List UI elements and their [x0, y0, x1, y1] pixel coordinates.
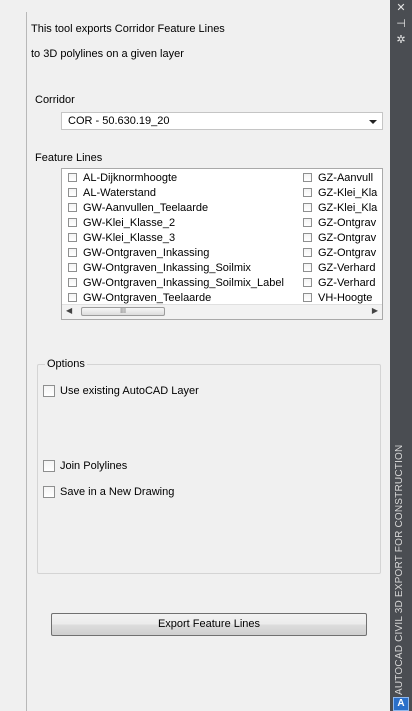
checkbox[interactable]: [68, 233, 77, 242]
save-new-drawing-checkbox[interactable]: Save in a New Drawing: [43, 486, 174, 498]
intro-line-2: to 3D polylines on a given layer: [31, 48, 184, 60]
feature-line-item[interactable]: AL-Waterstand: [68, 187, 156, 200]
checkbox[interactable]: [303, 173, 312, 182]
scroll-right-icon[interactable]: ▶: [372, 306, 378, 315]
checkbox[interactable]: [68, 278, 77, 287]
feature-line-item[interactable]: GW-Klei_Klasse_2: [68, 217, 175, 230]
join-polylines-label: Join Polylines: [60, 460, 128, 472]
checkbox[interactable]: [68, 203, 77, 212]
feature-line-item[interactable]: GW-Klei_Klasse_3: [68, 232, 175, 245]
pin-icon[interactable]: ⊣: [394, 18, 408, 30]
checkbox[interactable]: [303, 218, 312, 227]
checkbox[interactable]: [68, 188, 77, 197]
settings-icon[interactable]: ✲: [394, 34, 408, 46]
chevron-down-icon: [369, 120, 377, 124]
checkbox[interactable]: [303, 248, 312, 257]
checkbox[interactable]: [303, 203, 312, 212]
corridor-dropdown[interactable]: COR - 50.630.19_20: [61, 112, 383, 130]
feature-line-item[interactable]: GZ-Ontgrav: [303, 217, 376, 230]
palette-title: AUTOCAD CIVIL 3D EXPORT FOR CONSTRUCTION: [394, 444, 405, 695]
checkbox[interactable]: [43, 460, 55, 472]
options-label: Options: [45, 358, 87, 370]
scroll-left-icon[interactable]: ◀: [66, 306, 72, 315]
horizontal-scrollbar[interactable]: ◀ III ▶: [62, 304, 382, 319]
feature-lines-list[interactable]: AL-Dijknormhoogte AL-Waterstand GW-Aanvu…: [61, 168, 383, 320]
scrollbar-thumb[interactable]: III: [81, 307, 165, 316]
feature-line-item[interactable]: GZ-Klei_Kla: [303, 202, 377, 215]
checkbox[interactable]: [303, 263, 312, 272]
feature-line-item[interactable]: GW-Ontgraven_Inkassing_Soilmix_Label: [68, 277, 284, 290]
feature-line-item[interactable]: GW-Ontgraven_Inkassing_Soilmix: [68, 262, 251, 275]
feature-line-item[interactable]: AL-Dijknormhoogte: [68, 172, 177, 185]
checkbox[interactable]: [68, 263, 77, 272]
checkbox[interactable]: [303, 188, 312, 197]
use-existing-layer-label: Use existing AutoCAD Layer: [60, 385, 199, 397]
feature-line-item[interactable]: GW-Ontgraven_Inkassing: [68, 247, 209, 260]
feature-line-item[interactable]: GZ-Ontgrav: [303, 232, 376, 245]
checkbox[interactable]: [68, 248, 77, 257]
feature-line-item[interactable]: GZ-Verhard: [303, 262, 375, 275]
intro-line-1: This tool exports Corridor Feature Lines: [31, 23, 225, 35]
feature-line-item[interactable]: GZ-Aanvull: [303, 172, 373, 185]
palette-title-bar[interactable]: ✕ ⊣ ✲ AUTOCAD CIVIL 3D EXPORT FOR CONSTR…: [390, 0, 412, 711]
save-new-drawing-label: Save in a New Drawing: [60, 486, 175, 498]
tool-palette: This tool exports Corridor Feature Lines…: [26, 12, 391, 711]
corridor-label: Corridor: [35, 94, 75, 106]
checkbox[interactable]: [68, 218, 77, 227]
feature-line-item[interactable]: GZ-Klei_Kla: [303, 187, 377, 200]
checkbox[interactable]: [43, 385, 55, 397]
checkbox[interactable]: [303, 233, 312, 242]
feature-lines-label: Feature Lines: [35, 152, 103, 164]
checkbox[interactable]: [303, 293, 312, 302]
feature-line-item[interactable]: GZ-Verhard: [303, 277, 375, 290]
export-feature-lines-button[interactable]: Export Feature Lines: [51, 613, 367, 636]
checkbox[interactable]: [68, 173, 77, 182]
checkbox[interactable]: [68, 293, 77, 302]
checkbox[interactable]: [43, 486, 55, 498]
close-icon[interactable]: ✕: [394, 2, 408, 14]
autocad-logo-icon: A: [393, 697, 409, 711]
checkbox[interactable]: [303, 278, 312, 287]
use-existing-layer-checkbox[interactable]: Use existing AutoCAD Layer: [43, 385, 199, 397]
feature-line-item[interactable]: GZ-Ontgrav: [303, 247, 376, 260]
join-polylines-checkbox[interactable]: Join Polylines: [43, 460, 127, 472]
feature-line-item[interactable]: GW-Aanvullen_Teelaarde: [68, 202, 208, 215]
corridor-selected-value: COR - 50.630.19_20: [68, 115, 170, 127]
